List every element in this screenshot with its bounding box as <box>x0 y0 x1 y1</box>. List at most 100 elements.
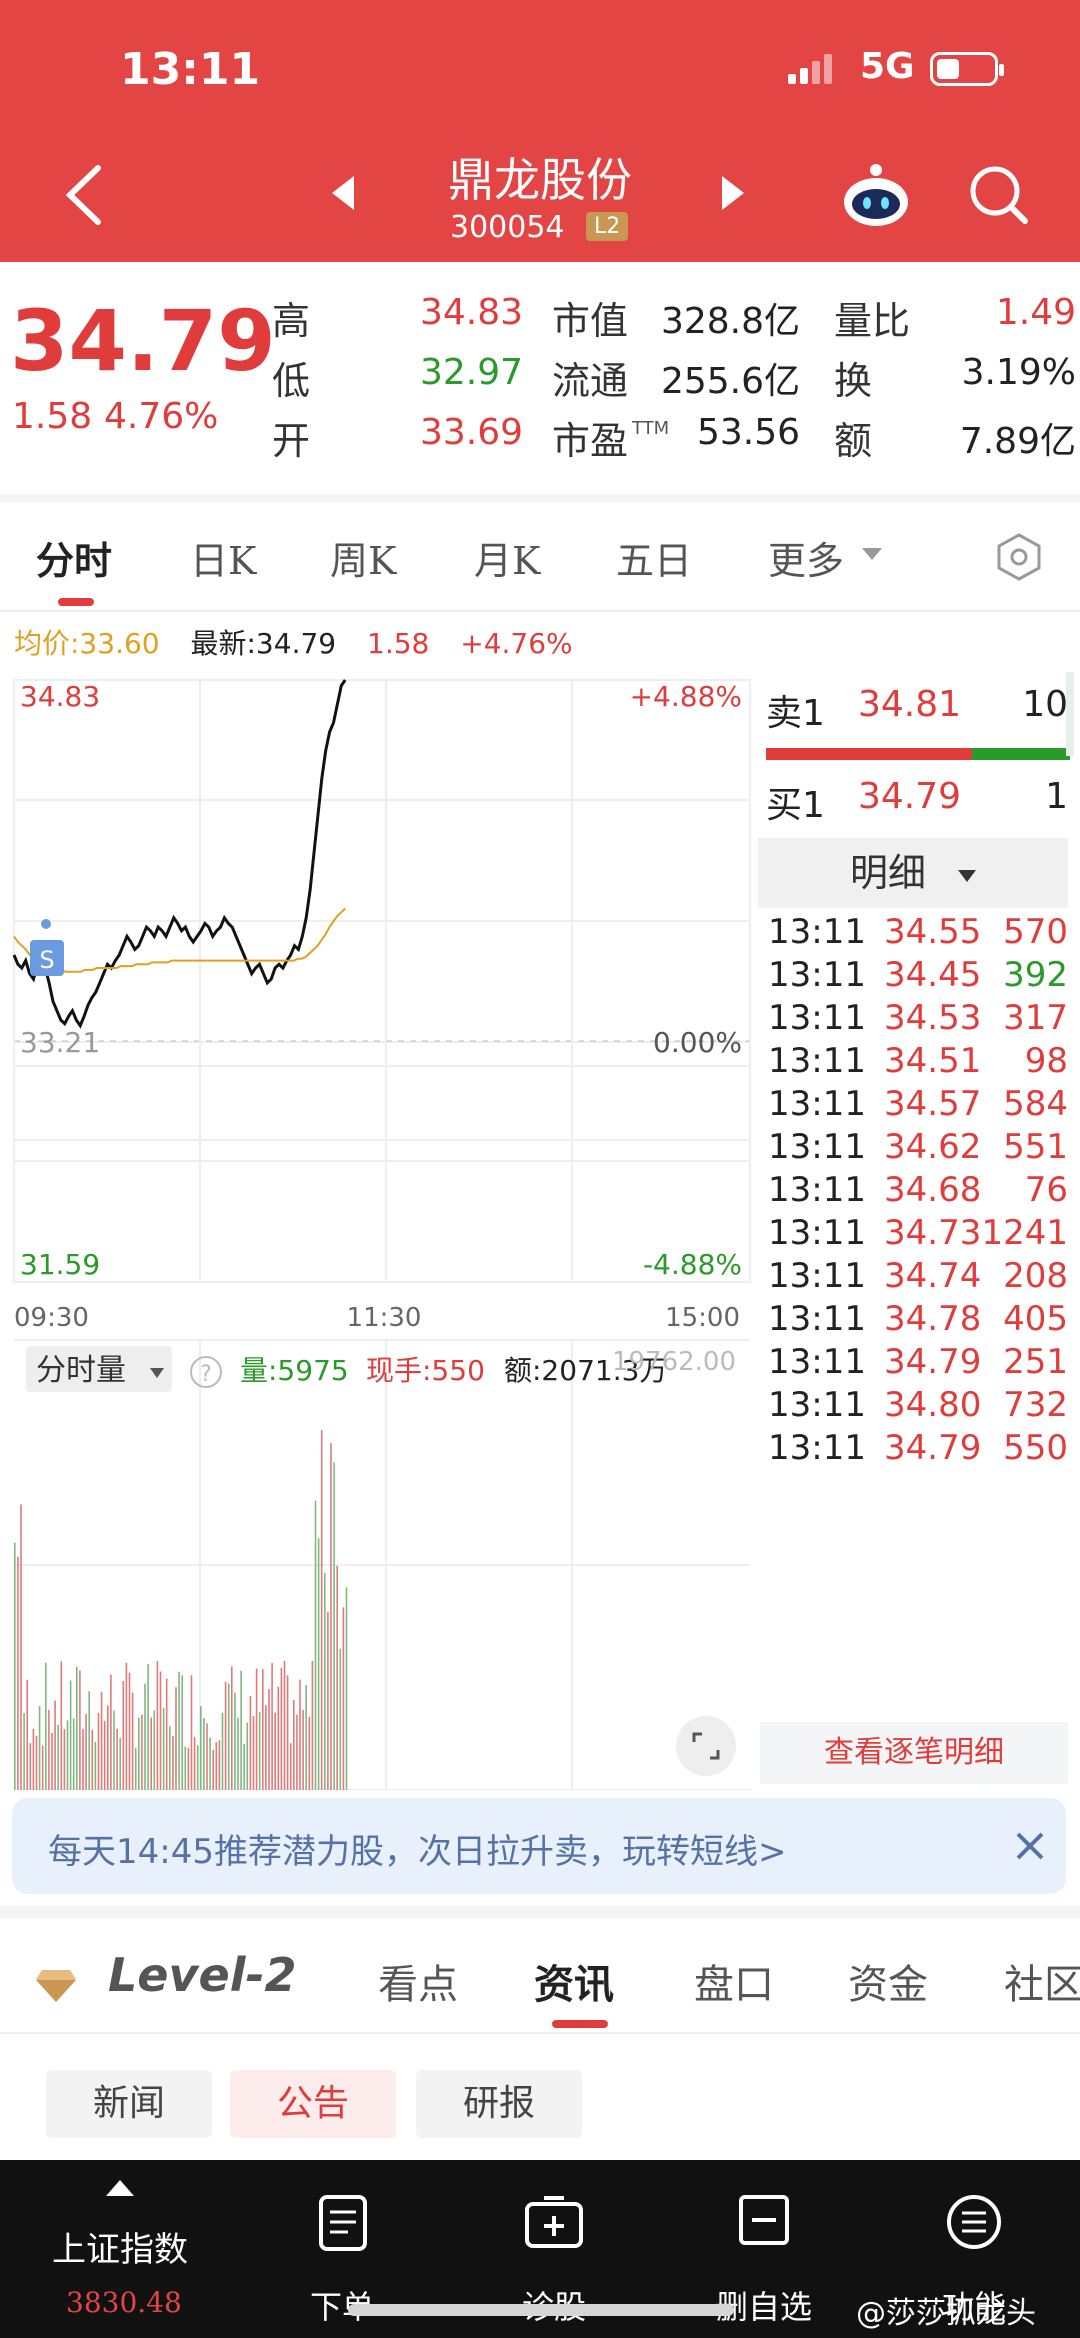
tab-funds[interactable]: 资金 <box>848 1952 928 2010</box>
sell-label: 卖1 <box>766 693 825 734</box>
last-price: 最新:34.79 <box>190 627 337 660</box>
menu-icon[interactable] <box>946 2194 1002 2250</box>
order-icon[interactable] <box>318 2194 368 2252</box>
search-icon[interactable] <box>968 164 1030 226</box>
volume-bar <box>17 1556 19 1790</box>
volume-bar <box>100 1691 103 1790</box>
buy-price: 34.79 <box>858 776 962 817</box>
volume-bar <box>113 1710 115 1790</box>
trade-price: 34.55 <box>884 912 982 952</box>
volume-bar <box>339 1648 342 1790</box>
volume-bar <box>172 1736 174 1790</box>
volume-bar <box>38 1706 41 1790</box>
volume-type-label[interactable]: 分时量 <box>36 1353 126 1388</box>
float-value: 255.6亿 <box>660 361 800 402</box>
index-name[interactable]: 上证指数 <box>52 2222 188 2271</box>
volume-bar <box>187 1748 190 1790</box>
tab-news[interactable]: 资讯 <box>534 1952 614 2010</box>
volume-bar <box>72 1718 75 1790</box>
volume-bar <box>23 1713 25 1790</box>
diagnose-icon[interactable] <box>524 2194 584 2250</box>
volume-bar <box>336 1565 338 1790</box>
remove-watchlist-icon[interactable] <box>738 2194 790 2246</box>
volume-bar <box>218 1740 221 1790</box>
volume-bar <box>165 1678 168 1790</box>
volume-bar <box>308 1716 311 1790</box>
volume-bar <box>144 1683 146 1790</box>
chevron-down-icon[interactable] <box>862 548 882 560</box>
volume-bar <box>209 1737 211 1790</box>
volume-bar <box>97 1712 100 1790</box>
expand-up-icon[interactable] <box>106 2180 134 2196</box>
volume-max: 19762.00 <box>612 1347 736 1377</box>
tab-five-day[interactable]: 五日 <box>616 530 692 585</box>
watermark: @莎莎抓龙头 <box>856 2296 1036 2331</box>
chip-announcement[interactable]: 公告 <box>230 2070 396 2138</box>
volume-bar <box>119 1738 121 1790</box>
trade-time: 13:11 <box>768 1428 866 1468</box>
turnover-value: 3.19% <box>961 352 1076 393</box>
y-label-bottom: 31.59 <box>20 1248 100 1281</box>
amount-label: 额 <box>834 419 873 463</box>
app-header: 13:11 5G 鼎龙股份 300054 L2 <box>0 0 1080 262</box>
pe-label: 市盈 <box>552 419 629 463</box>
volume-bar <box>268 1689 270 1790</box>
view-tick-details-button[interactable]: 查看逐笔明细 <box>760 1722 1068 1784</box>
trade-price: 34.78 <box>884 1299 982 1339</box>
volume-bar <box>283 1660 286 1790</box>
tab-daily-k[interactable]: 日K <box>190 530 256 585</box>
volume-bar <box>296 1714 298 1790</box>
volume-bar <box>317 1538 320 1790</box>
volume-bar <box>41 1745 44 1790</box>
buy-bar <box>972 748 1070 760</box>
volume-bar <box>262 1669 264 1790</box>
float-label: 流通 <box>552 359 629 403</box>
volume-bar <box>128 1672 131 1790</box>
status-time: 13:11 <box>120 44 261 95</box>
intraday-chart[interactable]: 34.83 33.21 31.59 +4.88% 0.00% -4.88% 09… <box>0 660 756 1790</box>
tab-weekly-k[interactable]: 周K <box>330 530 396 585</box>
volume-legend: 分时量 ? 量:5975 现手:550 额:2071.3万 19762.00 <box>26 1346 736 1392</box>
expand-icon[interactable] <box>676 1716 736 1776</box>
tab-monthly-k[interactable]: 月K <box>474 530 540 585</box>
volume-bar <box>286 1675 289 1790</box>
avg-price: 均价:33.60 <box>14 627 160 660</box>
trade-time: 13:11 <box>768 1041 866 1081</box>
tab-intraday[interactable]: 分时 <box>36 530 112 585</box>
next-stock-icon[interactable] <box>722 176 744 210</box>
close-icon[interactable] <box>1012 1828 1048 1864</box>
promo-banner[interactable]: 每天14:45推荐潜力股，次日拉升卖，玩转短线> <box>12 1798 1066 1894</box>
trade-qty: 732 <box>1003 1385 1068 1425</box>
tab-handicap[interactable]: 盘口 <box>694 1952 774 2010</box>
info-tabs: Level-2 看点 资讯 盘口 资金 社区 <box>0 1918 1080 2034</box>
chip-research[interactable]: 研报 <box>416 2070 582 2138</box>
volume-bar <box>69 1680 72 1790</box>
detail-toggle[interactable]: 明细 <box>758 838 1068 908</box>
robot-assistant-icon[interactable] <box>840 162 912 228</box>
tab-highlights[interactable]: 看点 <box>378 1952 458 2010</box>
volume-bar <box>26 1679 28 1790</box>
y-right-bottom: -4.88% <box>643 1248 742 1281</box>
price-line <box>12 679 347 1029</box>
low-label: 低 <box>272 359 311 403</box>
volume-bar <box>215 1742 218 1790</box>
low-value: 32.97 <box>420 352 524 393</box>
s-marker[interactable]: S <box>30 919 64 976</box>
settings-hexagon-icon[interactable] <box>996 532 1042 582</box>
tab-more[interactable]: 更多 <box>768 530 844 585</box>
volume-bar <box>131 1692 134 1790</box>
axis-labels: 34.83 33.21 31.59 +4.88% 0.00% -4.88% 09… <box>14 680 742 1333</box>
svg-text:?: ? <box>200 1362 212 1387</box>
trade-qty: 570 <box>1003 912 1068 952</box>
signal-icon <box>788 54 832 84</box>
volume-bar <box>231 1666 233 1790</box>
volume-bar <box>324 1572 326 1790</box>
trade-qty: 584 <box>1003 1084 1068 1124</box>
level2-tab[interactable]: Level-2 <box>108 1948 297 2002</box>
battery-icon <box>930 52 1004 86</box>
tab-community[interactable]: 社区 <box>1004 1952 1080 2010</box>
volume-bar <box>91 1729 94 1790</box>
chip-news[interactable]: 新闻 <box>46 2070 212 2138</box>
trade-price: 34.74 <box>884 1256 982 1296</box>
pe-value: 53.56 <box>696 412 800 453</box>
